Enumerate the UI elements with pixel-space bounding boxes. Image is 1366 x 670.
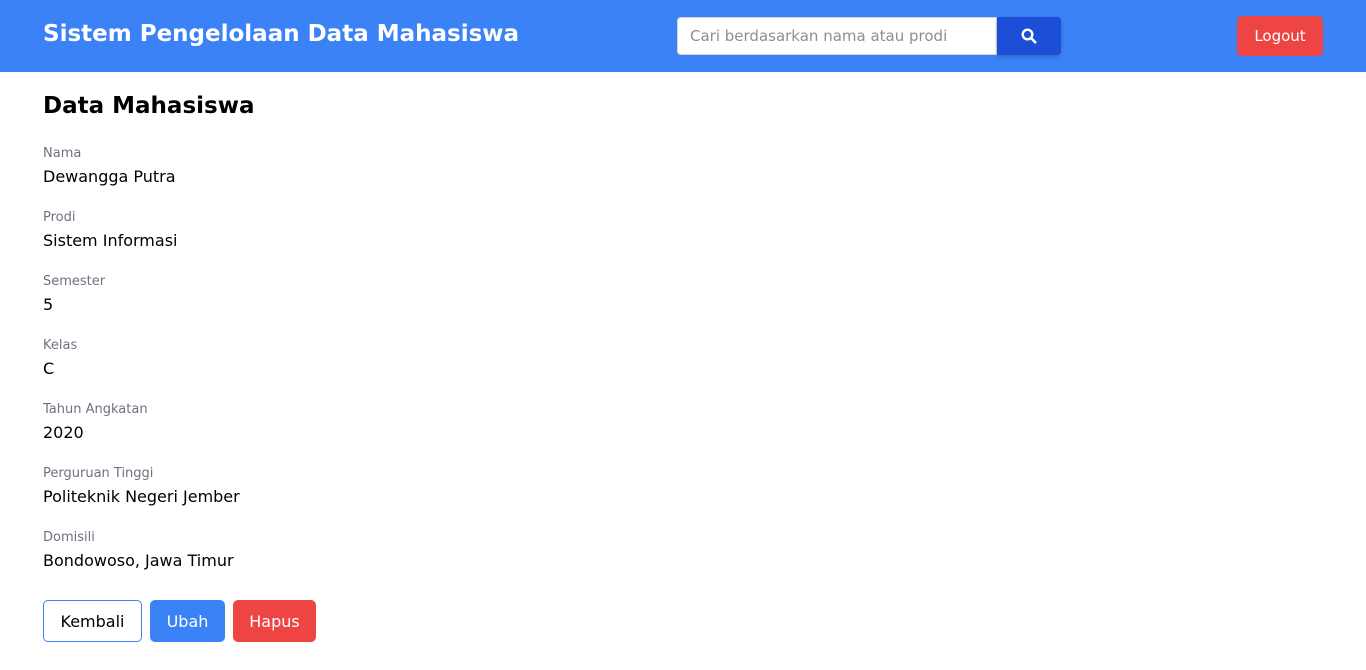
edit-button[interactable]: Ubah xyxy=(150,600,225,642)
navbar: Sistem Pengelolaan Data Mahasiswa Logout xyxy=(0,0,1366,72)
field-value-prodi: Sistem Informasi xyxy=(43,231,178,250)
search-button[interactable] xyxy=(997,17,1061,55)
field-label-kelas: Kelas xyxy=(43,338,78,353)
back-button[interactable]: Kembali xyxy=(43,600,142,642)
field-value-nama: Dewangga Putra xyxy=(43,167,176,186)
field-value-domisili: Bondowoso, Jawa Timur xyxy=(43,551,234,570)
field-label-nama: Nama xyxy=(43,146,82,161)
field-value-tahun-angkatan: 2020 xyxy=(43,423,84,442)
field-value-perguruan-tinggi: Politeknik Negeri Jember xyxy=(43,487,240,506)
delete-button[interactable]: Hapus xyxy=(233,600,316,642)
field-label-perguruan-tinggi: Perguruan Tinggi xyxy=(43,466,154,481)
field-label-domisili: Domisili xyxy=(43,530,95,545)
search-input[interactable] xyxy=(677,17,997,55)
field-label-prodi: Prodi xyxy=(43,210,76,225)
logout-button[interactable]: Logout xyxy=(1237,16,1323,56)
field-value-kelas: C xyxy=(43,359,55,378)
app-title: Sistem Pengelolaan Data Mahasiswa xyxy=(43,21,520,47)
search-icon xyxy=(1021,28,1037,44)
field-label-semester: Semester xyxy=(43,274,106,289)
field-value-semester: 5 xyxy=(43,295,54,314)
field-label-tahun-angkatan: Tahun Angkatan xyxy=(43,402,148,417)
page-title: Data Mahasiswa xyxy=(43,93,255,119)
